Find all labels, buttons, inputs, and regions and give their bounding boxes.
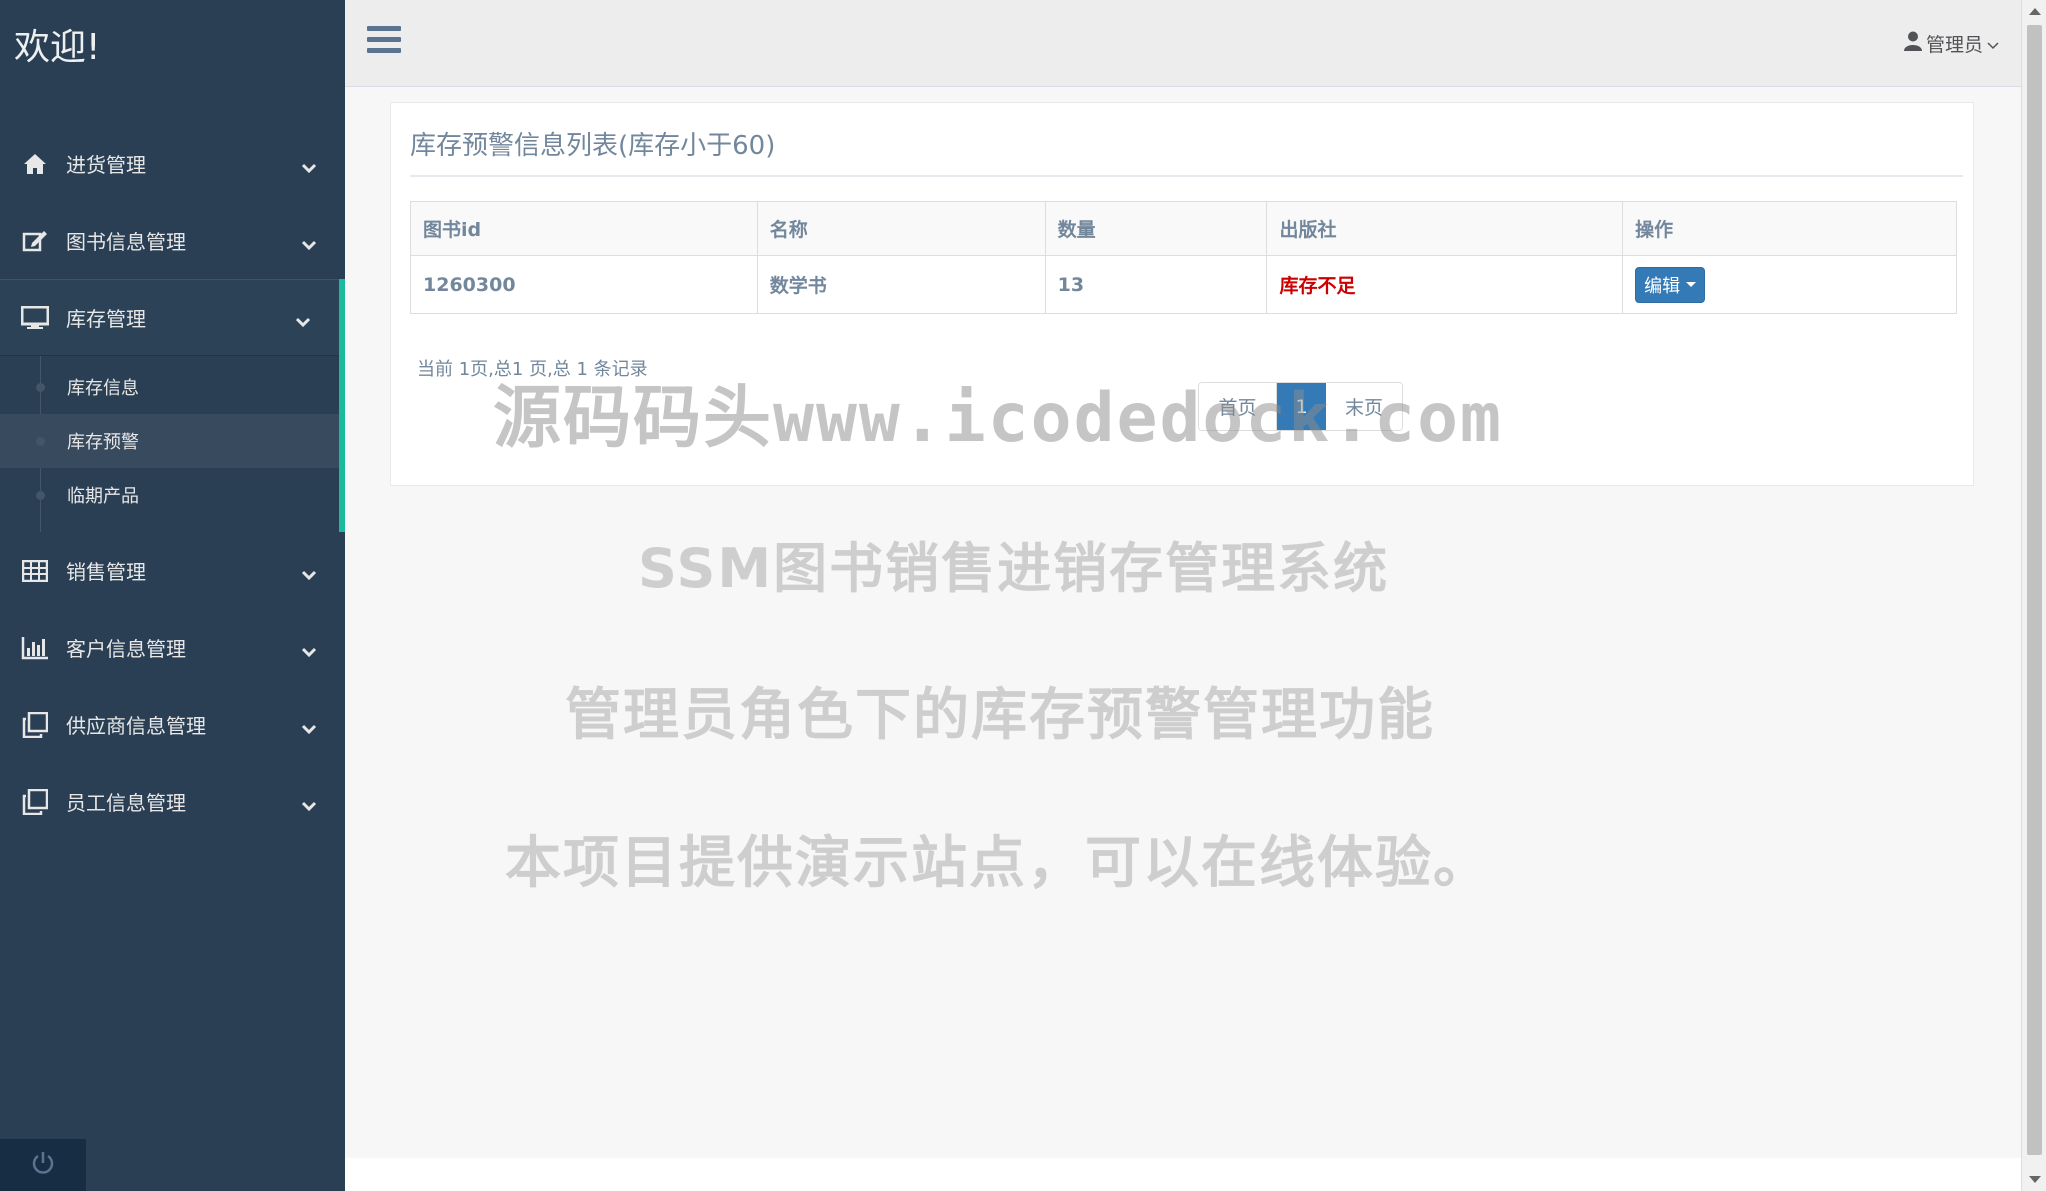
cell-quantity: 13 xyxy=(1044,255,1268,314)
sidebar-item-label: 客户信息管理 xyxy=(66,637,186,661)
user-menu[interactable]: 管理员 xyxy=(1903,30,1999,57)
sidebar-item-customers[interactable]: 客户信息管理 xyxy=(0,609,345,686)
chevron-down-icon xyxy=(301,639,317,663)
bullet-icon xyxy=(36,437,45,446)
top-nav: 管理员 xyxy=(345,0,2021,87)
cell-publisher-status: 库存不足 xyxy=(1266,255,1624,314)
user-icon xyxy=(1903,31,1922,56)
sidebar-item-label: 员工信息管理 xyxy=(66,791,186,815)
divider xyxy=(410,175,1963,177)
column-header: 操作 xyxy=(1622,201,1957,256)
sidebar-subitem-label: 临期产品 xyxy=(67,486,139,507)
clone-icon xyxy=(20,711,50,738)
cell-actions: 编辑 xyxy=(1622,255,1957,314)
sidebar-item-purchase[interactable]: 进货管理 xyxy=(0,125,345,202)
home-icon xyxy=(20,153,50,175)
bullet-icon xyxy=(36,383,45,392)
chevron-down-icon xyxy=(301,155,317,179)
scroll-up-arrow-icon[interactable] xyxy=(2029,8,2041,15)
sidebar-item-label: 销售管理 xyxy=(66,560,146,584)
sidebar-item-label: 图书信息管理 xyxy=(66,230,186,254)
desktop-icon xyxy=(20,305,50,330)
chevron-down-icon xyxy=(301,716,317,740)
sidebar-item-label: 进货管理 xyxy=(66,153,146,177)
table-header-row: 图书id 名称 数量 出版社 操作 xyxy=(410,201,1957,256)
sidebar-item-suppliers[interactable]: 供应商信息管理 xyxy=(0,686,345,763)
column-header: 图书id xyxy=(410,201,758,256)
edit-icon xyxy=(20,229,50,253)
footer-strip xyxy=(345,1158,2021,1191)
sidebar-subitem-stock-warning[interactable]: 库存预警 xyxy=(0,414,339,468)
power-icon xyxy=(30,1150,56,1180)
stock-warning-table: 图书id 名称 数量 出版社 操作 1260300 数学书 13 库存不足 编辑 xyxy=(410,201,1957,314)
chevron-down-icon xyxy=(295,309,311,333)
edit-button-label: 编辑 xyxy=(1644,275,1681,297)
chevron-down-icon xyxy=(301,562,317,586)
sidebar-item-book-info[interactable]: 图书信息管理 xyxy=(0,202,345,279)
column-header: 数量 xyxy=(1044,201,1268,256)
chevron-down-icon xyxy=(301,793,317,817)
chevron-down-icon xyxy=(301,232,317,256)
sidebar-subitem-expiring[interactable]: 临期产品 xyxy=(0,468,339,522)
user-name: 管理员 xyxy=(1925,34,1983,56)
table-icon xyxy=(20,559,50,582)
logout-button[interactable] xyxy=(0,1139,86,1191)
sidebar-item-inventory[interactable]: 库存管理 xyxy=(0,279,345,356)
sidebar-item-employees[interactable]: 员工信息管理 xyxy=(0,763,345,840)
sidebar-menu: 进货管理 图书信息管理 库存管理 库存信息 库存预警 临期产品 销售管理 客户信… xyxy=(0,125,345,840)
edit-dropdown-button[interactable]: 编辑 xyxy=(1635,266,1706,303)
bar-chart-icon xyxy=(20,636,50,660)
sidebar-item-label: 库存管理 xyxy=(66,307,146,331)
watermark-system-name: SSM图书销售进销存管理系统 xyxy=(638,537,1390,600)
sidebar: 欢迎! 进货管理 图书信息管理 库存管理 库存信息 库存预警 临期产品 销售管理… xyxy=(0,0,345,1191)
inventory-submenu: 库存信息 库存预警 临期产品 xyxy=(0,356,345,532)
menu-toggle-icon[interactable] xyxy=(367,26,401,58)
watermark-feature: 管理员角色下的库存预警管理功能 xyxy=(565,683,1435,748)
caret-down-icon xyxy=(1686,282,1697,287)
table-row: 1260300 数学书 13 库存不足 编辑 xyxy=(410,255,1957,314)
sidebar-subitem-label: 库存预警 xyxy=(67,432,139,453)
sidebar-item-label: 供应商信息管理 xyxy=(66,714,206,738)
watermark-demo-note: 本项目提供演示站点，可以在线体验。 xyxy=(505,831,1491,896)
sidebar-subitem-stock-info[interactable]: 库存信息 xyxy=(0,360,339,414)
page-title: 库存预警信息列表(库存小于60) xyxy=(410,131,776,161)
sidebar-subitem-label: 库存信息 xyxy=(67,378,139,399)
cell-book-id: 1260300 xyxy=(410,255,758,314)
watermark-site: 源码码头www.icodedock.com xyxy=(493,379,1503,458)
scroll-down-arrow-icon[interactable] xyxy=(2029,1176,2041,1183)
brand-title: 欢迎! xyxy=(14,27,101,68)
vertical-scrollbar[interactable] xyxy=(2021,0,2046,1191)
column-header: 出版社 xyxy=(1266,201,1624,256)
scrollbar-thumb[interactable] xyxy=(2027,25,2042,1155)
clone-icon xyxy=(20,788,50,815)
sidebar-item-sales[interactable]: 销售管理 xyxy=(0,532,345,609)
column-header: 名称 xyxy=(756,201,1046,256)
cell-name: 数学书 xyxy=(756,255,1046,314)
bullet-icon xyxy=(36,491,45,500)
chevron-down-icon xyxy=(1987,33,1999,55)
